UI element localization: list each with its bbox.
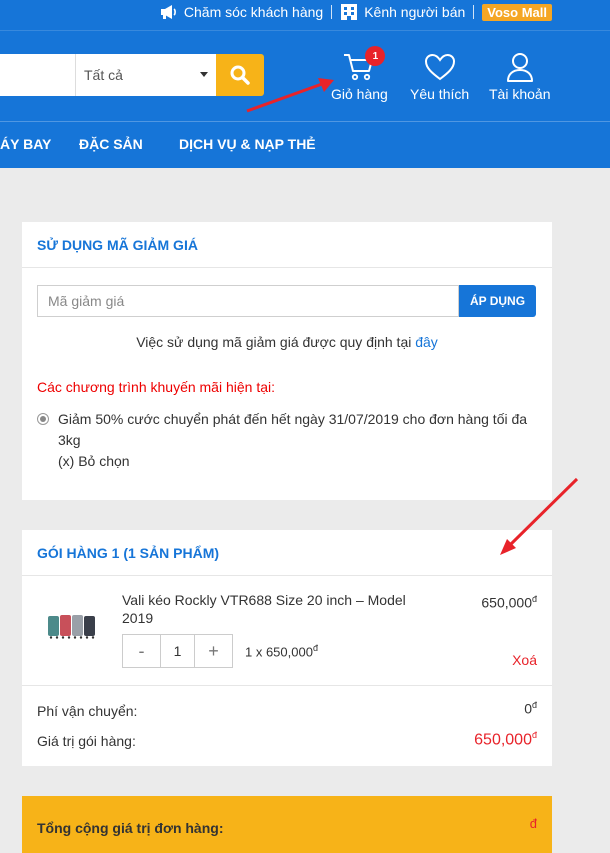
coupon-code-input[interactable] bbox=[37, 285, 459, 317]
nav-divider bbox=[0, 121, 610, 122]
product-price: 650,000đ bbox=[481, 594, 537, 611]
caret-down-icon bbox=[200, 72, 208, 77]
coupon-form: ÁP DỤNG bbox=[37, 285, 536, 317]
qty-value[interactable]: 1 bbox=[160, 635, 195, 667]
nav-item-flight[interactable]: ÁY BAY bbox=[0, 136, 51, 152]
package-value-label: Giá trị gói hàng: bbox=[37, 733, 136, 749]
customer-support-label: Chăm sóc khách hàng bbox=[183, 4, 324, 20]
cart-label: Giỏ hàng bbox=[331, 86, 388, 102]
coupon-title: SỬ DỤNG MÃ GIẢM GIÁ bbox=[22, 222, 552, 268]
account-button[interactable]: Tài khoản bbox=[489, 52, 550, 102]
cart-item: Vali kéo Rockly VTR688 Size 20 inch – Mo… bbox=[22, 577, 552, 685]
qty-decrease-button[interactable]: - bbox=[123, 635, 160, 667]
shipping-fee-label: Phí vận chuyển: bbox=[37, 703, 138, 719]
search-category-select[interactable]: Tất cả bbox=[76, 54, 216, 96]
voso-mall-link[interactable]: Voso Mall bbox=[482, 3, 552, 21]
coupon-note: Việc sử dụng mã giảm giá được quy định t… bbox=[22, 334, 552, 350]
search-input[interactable] bbox=[0, 54, 76, 96]
search-bar: Tất cả bbox=[0, 54, 264, 96]
building-icon bbox=[341, 4, 358, 20]
delete-item-button[interactable]: Xoá bbox=[512, 652, 537, 668]
cart-button[interactable]: 1 Giỏ hàng bbox=[331, 46, 388, 102]
product-name[interactable]: Vali kéo Rockly VTR688 Size 20 inch – Mo… bbox=[122, 591, 422, 627]
product-price-value: 650,000 bbox=[481, 594, 532, 611]
order-total-label: Tổng cộng giá trị đơn hàng: bbox=[37, 820, 224, 836]
promo-title: Các chương trình khuyến mãi hiện tại: bbox=[37, 379, 276, 395]
promo-text: Giảm 50% cước chuyển phát đến hết ngày 3… bbox=[58, 411, 528, 448]
heart-icon bbox=[424, 53, 455, 81]
currency-symbol: đ bbox=[531, 700, 537, 710]
wishlist-label: Yêu thích bbox=[410, 86, 470, 102]
wishlist-button[interactable]: Yêu thích bbox=[410, 52, 469, 102]
seller-channel-label: Kênh người bán bbox=[364, 4, 466, 20]
account-label: Tài khoản bbox=[489, 86, 551, 102]
product-thumbnail[interactable] bbox=[47, 613, 97, 639]
package-value: 650,000đ bbox=[474, 730, 537, 749]
megaphone-icon bbox=[160, 5, 176, 19]
shipping-fee-value: 0đ bbox=[524, 700, 537, 717]
coupon-policy-link[interactable]: đây bbox=[415, 334, 438, 350]
customer-support-link[interactable]: Chăm sóc khách hàng bbox=[160, 4, 323, 20]
promo-option[interactable]: Giảm 50% cước chuyển phát đến hết ngày 3… bbox=[37, 409, 537, 472]
user-icon bbox=[506, 53, 533, 82]
promo-deselect-link[interactable]: (x) Bỏ chọn bbox=[58, 451, 537, 472]
package-value-amount: 650,000 bbox=[474, 731, 532, 749]
promo-content: Giảm 50% cước chuyển phát đến hết ngày 3… bbox=[58, 409, 537, 472]
search-button[interactable] bbox=[216, 54, 264, 96]
top-bar: Chăm sóc khách hàng Kênh người bán Voso … bbox=[160, 0, 610, 24]
nav-item-specialties[interactable]: ĐẶC SẢN bbox=[79, 136, 143, 152]
order-total-bar: Tổng cộng giá trị đơn hàng: đ bbox=[22, 796, 552, 853]
search-category-value: Tất cả bbox=[84, 67, 123, 83]
site-header: Chăm sóc khách hàng Kênh người bán Voso … bbox=[0, 0, 610, 168]
seller-channel-link[interactable]: Kênh người bán bbox=[340, 3, 465, 21]
search-icon bbox=[230, 65, 250, 85]
currency-symbol: đ bbox=[531, 594, 537, 604]
package-title: GÓI HÀNG 1 (1 SẢN PHẨM) bbox=[22, 530, 552, 576]
nav-item-services[interactable]: DỊCH VỤ & NẠP THẺ bbox=[179, 136, 316, 152]
package-card: GÓI HÀNG 1 (1 SẢN PHẨM) Vali kéo Rockly … bbox=[22, 530, 552, 766]
qty-price-value: 1 x 650,000 bbox=[245, 644, 313, 660]
divider bbox=[331, 5, 333, 19]
cart-count-badge: 1 bbox=[365, 46, 386, 66]
qty-price-text: 1 x 650,000đ bbox=[245, 643, 318, 659]
order-total-value: đ bbox=[529, 816, 537, 831]
qty-increase-button[interactable]: + bbox=[195, 635, 232, 667]
currency-symbol: đ bbox=[531, 730, 537, 740]
currency-symbol: đ bbox=[312, 643, 318, 653]
promo-radio[interactable] bbox=[37, 413, 49, 425]
quantity-stepper: - 1 + bbox=[122, 634, 233, 668]
cart-icon-wrap: 1 bbox=[343, 46, 386, 82]
coupon-card: SỬ DỤNG MÃ GIẢM GIÁ ÁP DỤNG Việc sử dụng… bbox=[22, 222, 552, 500]
apply-coupon-button[interactable]: ÁP DỤNG bbox=[459, 285, 536, 317]
header-divider bbox=[0, 30, 610, 31]
divider bbox=[473, 5, 475, 19]
shipping-fee-amount: 0 bbox=[524, 700, 532, 717]
divider bbox=[22, 685, 552, 686]
coupon-note-text: Việc sử dụng mã giảm giá được quy định t… bbox=[136, 334, 412, 350]
